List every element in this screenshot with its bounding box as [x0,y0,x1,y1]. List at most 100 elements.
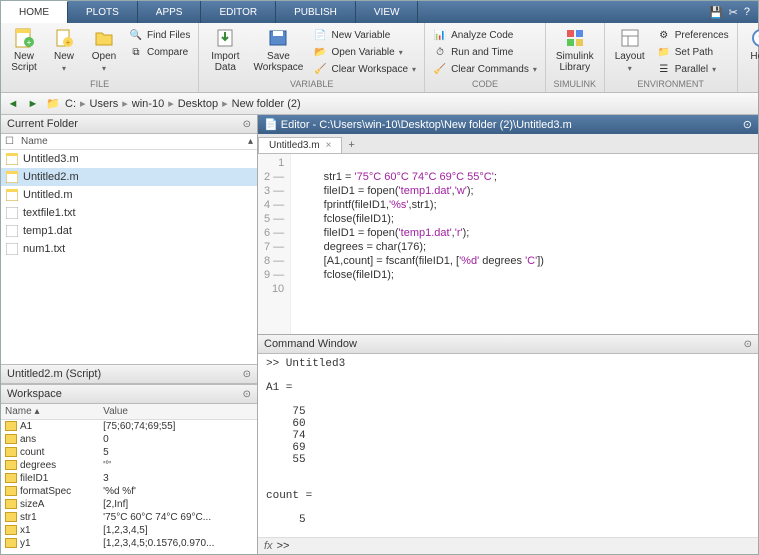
file-name: num1.txt [23,243,65,255]
editor-menu-icon[interactable]: ⊙ [743,118,752,131]
code-editor[interactable]: 12 —3 —4 —5 —6 —7 —8 —9 —10 str1 = '75°C… [258,154,758,334]
layout-button[interactable]: Layout [609,25,651,75]
file-list: ☐Name▴ Untitled3.mUntitled2.mUntitled.mt… [1,134,257,364]
file-icon [5,188,19,202]
workspace-row[interactable]: fileID13 [1,472,257,485]
save-ws-icon [267,27,289,49]
parallel-button[interactable]: ☰Parallel [653,61,733,77]
tab-home[interactable]: HOME [1,1,68,23]
gear-icon: ⚙ [657,28,671,42]
workspace-row[interactable]: str1'75°C 60°C 74°C 69°C... [1,511,257,524]
fx-icon[interactable]: fx [264,540,273,552]
variable-icon [5,421,17,431]
tab-view[interactable]: VIEW [356,1,419,23]
file-name: Untitled2.m [23,171,79,183]
help-icon[interactable]: ? [744,6,750,18]
path-icon: 📁 [657,45,671,59]
forward-button[interactable]: ► [25,96,41,112]
file-name: Untitled.m [23,189,73,201]
clear-workspace-button[interactable]: 🧹Clear Workspace [310,61,421,77]
file-row[interactable]: temp1.dat [1,222,257,240]
file-row[interactable]: Untitled.m [1,186,257,204]
expand-icon[interactable]: ⊙ [243,369,251,380]
parallel-icon: ☰ [657,62,671,76]
new-var-icon: 📄 [314,28,328,42]
tab-publish[interactable]: PUBLISH [276,1,356,23]
file-row[interactable]: num1.txt [1,240,257,258]
workspace-row[interactable]: formatSpec'%d %f' [1,485,257,498]
group-label-env: ENVIRONMENT [609,78,733,90]
tab-plots[interactable]: PLOTS [68,1,138,23]
ws-col-name[interactable]: Name ▴ [1,404,99,420]
open-variable-button[interactable]: 📂Open Variable [310,44,421,60]
name-column[interactable]: Name [21,136,48,147]
group-label-code: CODE [429,78,541,90]
simulink-library-button[interactable]: Simulink Library [550,25,600,75]
collapse-ws-icon[interactable]: ⊙ [243,389,251,400]
add-tab-button[interactable]: + [342,137,360,153]
help-circle-icon: ? [750,27,759,49]
breadcrumb-2[interactable]: win-10 [132,98,164,110]
breadcrumb-3[interactable]: Desktop [178,98,218,110]
cut-icon[interactable]: ✂ [729,6,738,19]
file-row[interactable]: Untitled2.m [1,168,257,186]
workspace-row[interactable]: count5 [1,446,257,459]
save-workspace-button[interactable]: Save Workspace [249,25,307,75]
new-script-icon: + [13,27,35,49]
svg-text:+: + [66,38,71,47]
open-var-icon: 📂 [314,45,328,59]
file-icon [5,206,19,220]
file-row[interactable]: textfile1.txt [1,204,257,222]
compare-button[interactable]: ⧉Compare [125,44,194,60]
file-tabs: Untitled3.m × + [258,134,758,154]
file-name: Untitled3.m [23,153,79,165]
analyze-code-button[interactable]: 📊Analyze Code [429,27,541,43]
workspace-row[interactable]: y1[1,2,3,4,5;0.1576,0.970... [1,537,257,550]
up-folder-button[interactable]: 📁 [45,96,61,112]
workspace-row[interactable]: ans0 [1,433,257,446]
group-label-res: RESOURCES [742,78,759,90]
clear-cmd-icon: 🧹 [433,62,447,76]
preferences-button[interactable]: ⚙Preferences [653,27,733,43]
command-output: >> Untitled3 A1 = 75 60 74 69 55 count =… [258,354,758,537]
main-tabstrip: HOME PLOTS APPS EDITOR PUBLISH VIEW 💾 ✂ … [1,1,758,23]
variable-icon [5,512,17,522]
workspace-row[interactable]: A1[75;60;74;69;55] [1,420,257,434]
breadcrumb-4[interactable]: New folder (2) [232,98,301,110]
new-button[interactable]: + New [45,25,83,75]
save-icon[interactable]: 💾 [709,6,723,19]
breadcrumb-0[interactable]: C: [65,98,76,110]
help-button[interactable]: ? Help [742,25,759,75]
find-files-button[interactable]: 🔍Find Files [125,27,194,43]
clear-commands-button[interactable]: 🧹Clear Commands [429,61,541,77]
file-tab-active[interactable]: Untitled3.m × [258,137,342,153]
tab-apps[interactable]: APPS [138,1,202,23]
new-variable-button[interactable]: 📄New Variable [310,27,421,43]
workspace-row[interactable]: degrees'°' [1,459,257,472]
run-time-button[interactable]: ⏱Run and Time [429,44,541,60]
variable-icon [5,486,17,496]
layout-icon [619,27,641,49]
open-button[interactable]: Open [85,25,123,75]
analyze-icon: 📊 [433,28,447,42]
workspace-row[interactable]: x1[1,2,3,4,5] [1,524,257,537]
command-prompt[interactable]: fx >> [258,537,758,554]
cmd-collapse-icon[interactable]: ⊙ [744,339,752,350]
breadcrumb-1[interactable]: Users [90,98,119,110]
clock-icon: ⏱ [433,45,447,59]
address-bar: ◄ ► 📁 C:▸ Users▸ win-10▸ Desktop▸ New fo… [1,93,758,115]
back-button[interactable]: ◄ [5,96,21,112]
compare-icon: ⧉ [129,45,143,59]
new-icon: + [53,27,75,49]
close-icon[interactable]: × [326,140,332,151]
set-path-button[interactable]: 📁Set Path [653,44,733,60]
file-row[interactable]: Untitled3.m [1,150,257,168]
workspace-table: Name ▴ Value A1[75;60;74;69;55]ans0count… [1,404,257,550]
collapse-icon[interactable]: ⊙ [243,119,251,130]
ws-col-value[interactable]: Value [99,404,257,420]
variable-icon [5,473,17,483]
import-data-button[interactable]: Import Data [203,25,247,75]
workspace-row[interactable]: sizeA[2,Inf] [1,498,257,511]
new-script-button[interactable]: + New Script [5,25,43,75]
tab-editor[interactable]: EDITOR [201,1,276,23]
